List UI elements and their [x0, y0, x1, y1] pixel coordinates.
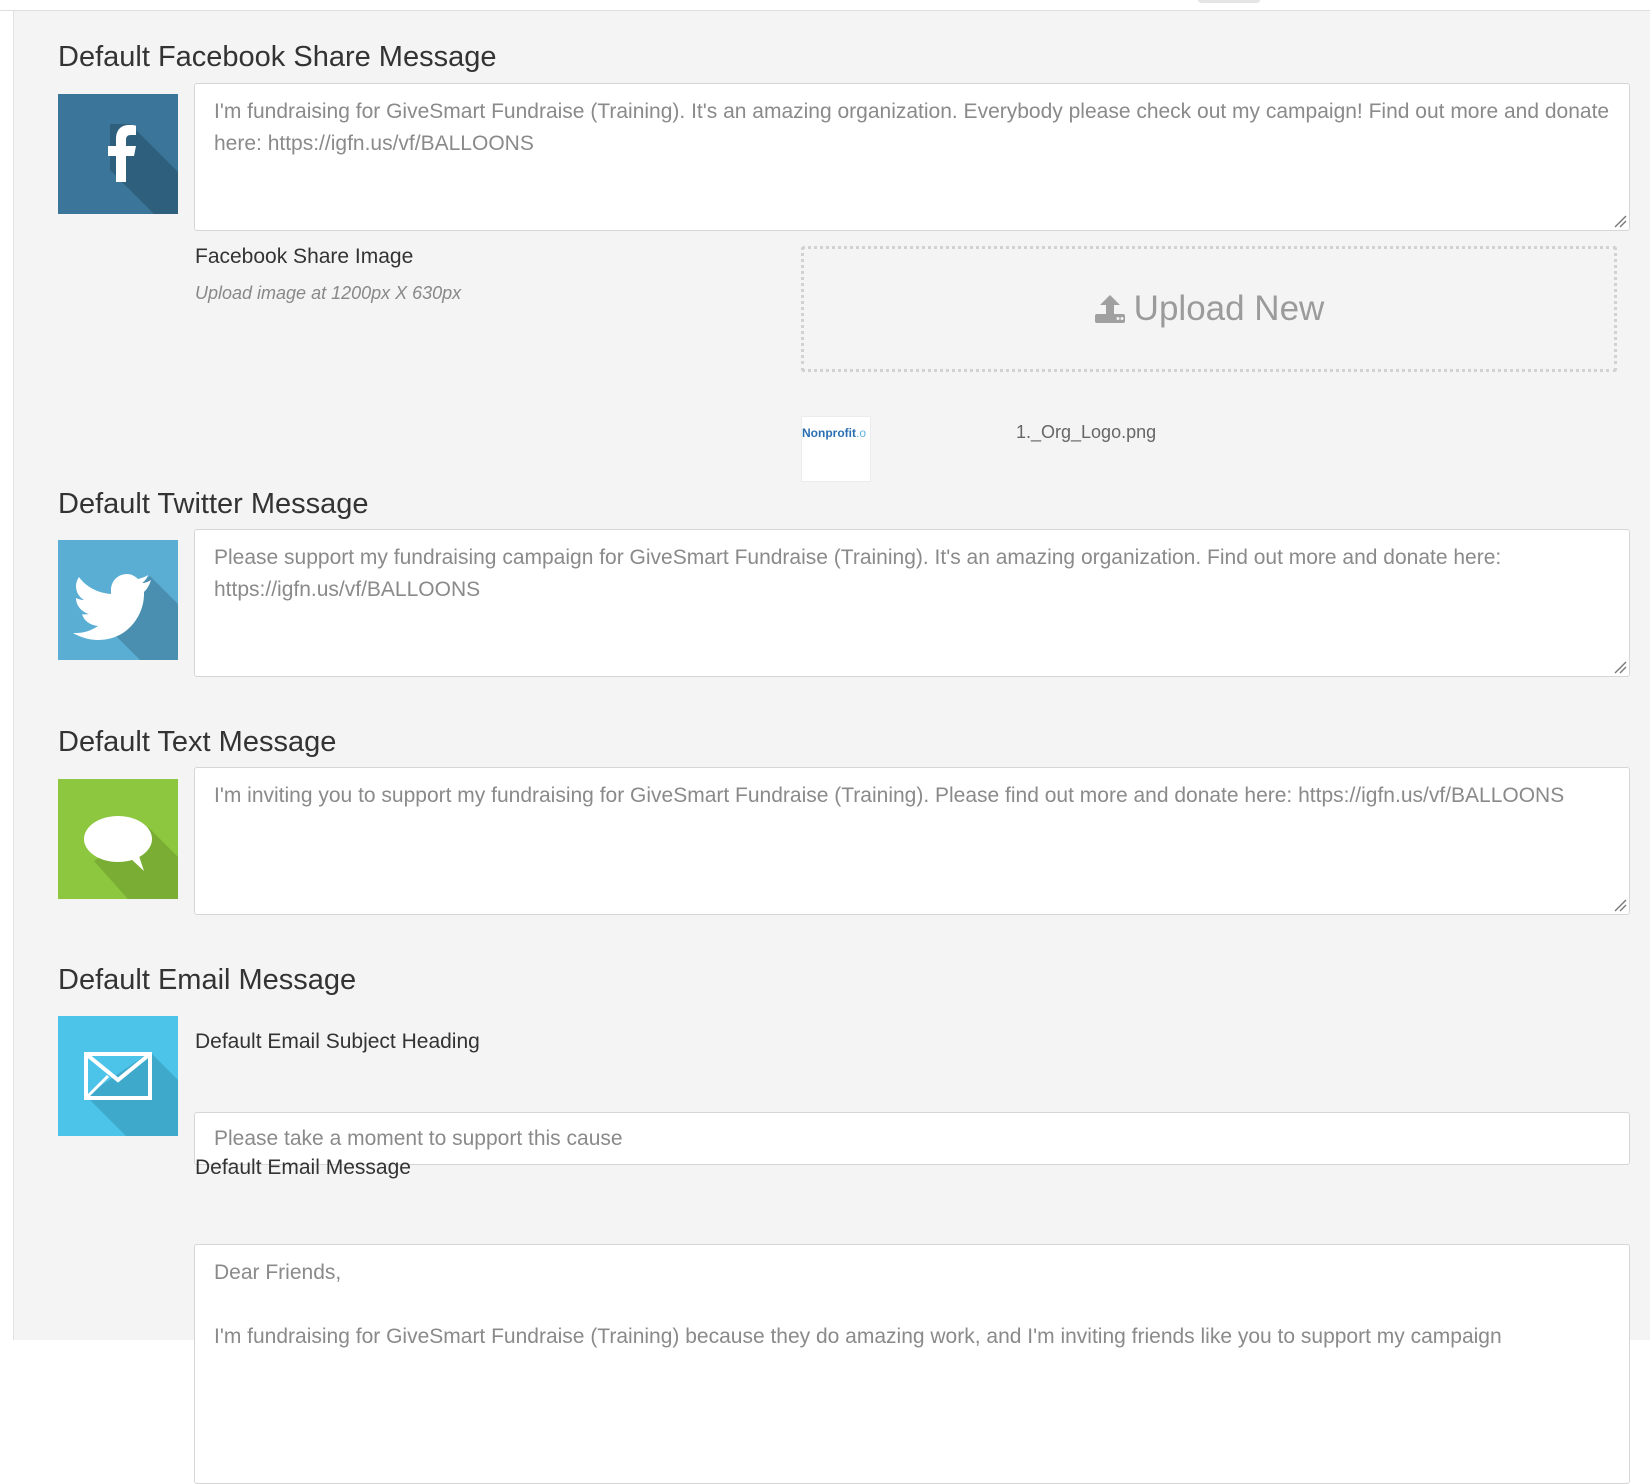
text-heading: Default Text Message: [58, 726, 337, 758]
resize-handle-icon[interactable]: [1613, 898, 1627, 912]
email-message-label: Default Email Message: [195, 1156, 411, 1179]
resize-handle-icon[interactable]: [1613, 660, 1627, 674]
text-message-text: I'm inviting you to support my fundraisi…: [214, 784, 1565, 807]
twitter-heading: Default Twitter Message: [58, 488, 369, 520]
email-heading: Default Email Message: [58, 964, 357, 996]
twitter-message-textarea[interactable]: Please support my fundraising campaign f…: [194, 529, 1630, 677]
facebook-message-textarea[interactable]: I'm fundraising for GiveSmart Fundraise …: [194, 83, 1630, 231]
email-subject-label: Default Email Subject Heading: [195, 1030, 480, 1053]
email-message-textarea[interactable]: Dear Friends, I'm fundraising for GiveSm…: [194, 1244, 1630, 1484]
twitter-icon: [58, 540, 178, 660]
facebook-image-label: Facebook Share Image: [195, 245, 414, 268]
facebook-heading: Default Facebook Share Message: [58, 41, 497, 73]
resize-handle-icon[interactable]: [1613, 214, 1627, 228]
upload-new-label: Upload New: [1133, 289, 1325, 328]
thumbnail-logo: Nonprofit.o: [802, 426, 866, 440]
image-file-name: 1._Org_Logo.png: [1016, 422, 1157, 442]
share-settings-panel: Default Facebook Share Message I'm fundr…: [13, 11, 1650, 1484]
top-tab-edge: [1198, 0, 1260, 3]
image-thumbnail[interactable]: Nonprofit.o: [801, 416, 871, 482]
text-message-textarea[interactable]: I'm inviting you to support my fundraisi…: [194, 767, 1630, 915]
email-subject-value: Please take a moment to support this cau…: [214, 1127, 623, 1150]
upload-icon: [1094, 295, 1125, 323]
envelope-icon: [58, 1016, 178, 1136]
top-bar: [0, 0, 1650, 11]
chat-bubble-icon: [58, 779, 178, 899]
facebook-icon: [58, 94, 178, 214]
facebook-message-text: I'm fundraising for GiveSmart Fundraise …: [214, 100, 1610, 155]
email-message-line-1: Dear Friends,: [214, 1261, 342, 1284]
upload-new-button[interactable]: Upload New: [801, 246, 1617, 372]
facebook-image-hint: Upload image at 1200px X 630px: [195, 283, 462, 303]
twitter-message-text: Please support my fundraising campaign f…: [214, 546, 1502, 601]
email-message-line-2: I'm fundraising for GiveSmart Fundraise …: [214, 1325, 1502, 1348]
